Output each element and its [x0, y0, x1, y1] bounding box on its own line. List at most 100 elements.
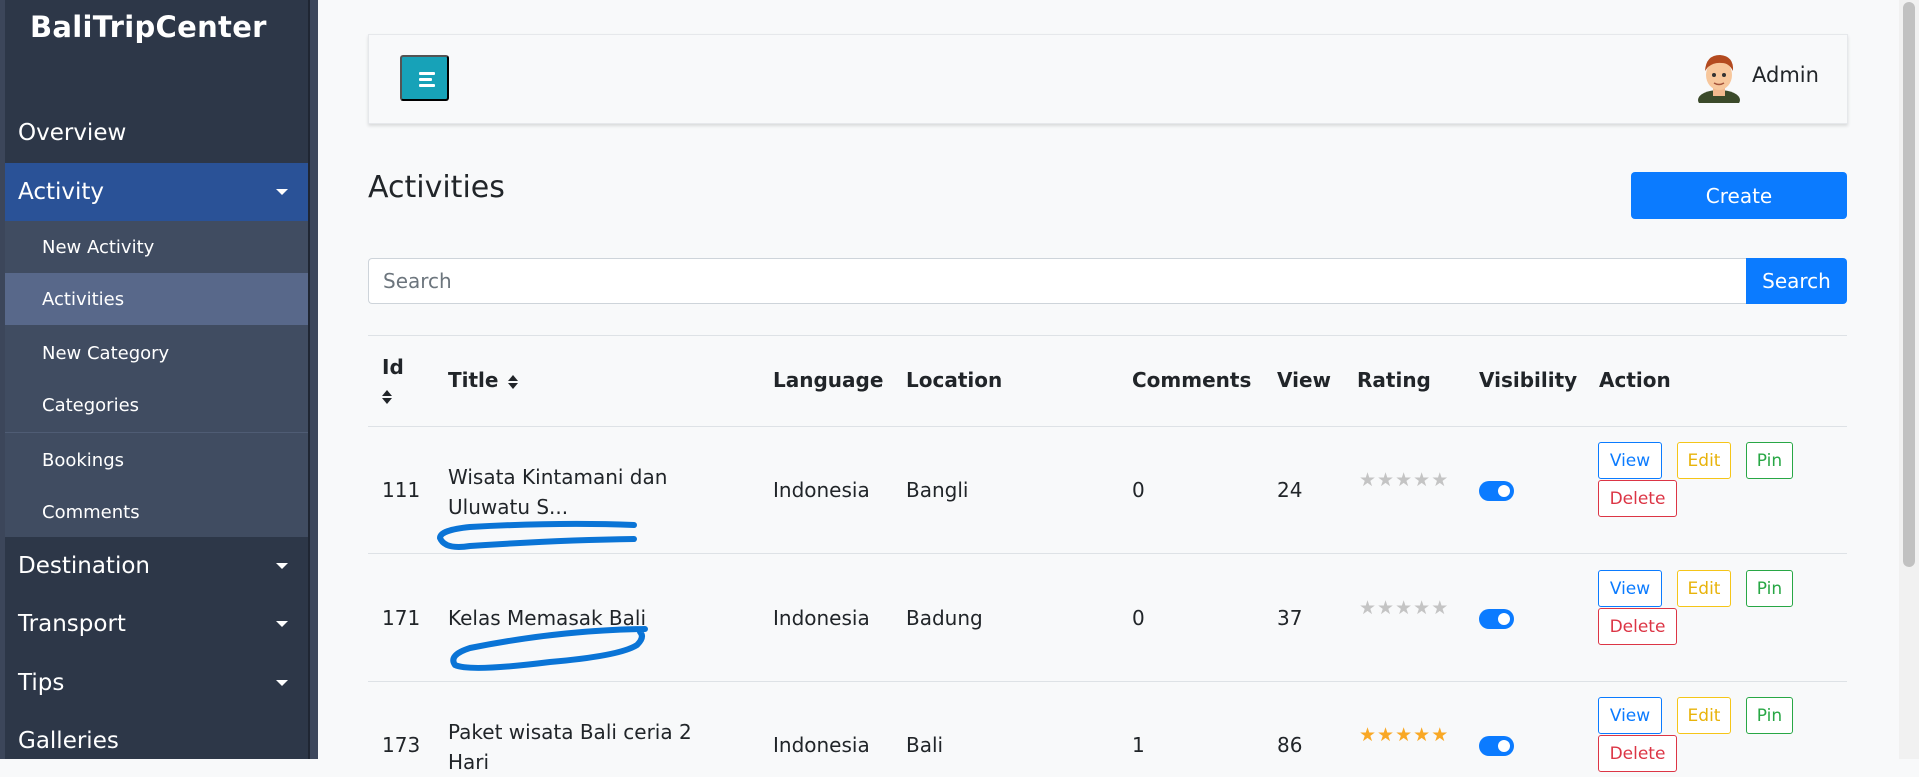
star-empty-icon: ★: [1395, 597, 1414, 619]
sidebar-item-transport[interactable]: Transport: [5, 595, 308, 653]
brand-logo[interactable]: BaliTripCenter: [30, 10, 267, 44]
cell-view: 24: [1277, 478, 1303, 502]
menu-icon-line: [419, 84, 435, 87]
create-button[interactable]: Create: [1631, 172, 1847, 219]
cell-id: 173: [382, 733, 421, 757]
cell-language: Indonesia: [773, 606, 870, 630]
submenu-item-label: New Activity: [42, 236, 155, 258]
star-empty-icon: ★: [1377, 469, 1396, 491]
edit-button[interactable]: Edit: [1677, 570, 1731, 607]
rating-stars: ★★★★★: [1359, 720, 1449, 750]
sidebar-item-destination[interactable]: Destination: [5, 537, 308, 595]
submenu-item-label: New Category: [42, 342, 170, 364]
cell-title: Wisata Kintamani dan Uluwatu S...: [448, 465, 668, 519]
cell-location: Bali: [906, 733, 944, 757]
chevron-down-icon: [276, 189, 288, 195]
search-button[interactable]: Search: [1746, 258, 1847, 304]
column-header-label: Title: [448, 368, 499, 392]
cell-id: 171: [382, 606, 421, 630]
delete-button[interactable]: Delete: [1598, 480, 1677, 517]
star-empty-icon: ★: [1413, 469, 1432, 491]
star-filled-icon: ★: [1395, 724, 1414, 746]
annotation-underline: [450, 626, 648, 671]
annotation-underline: [437, 520, 637, 550]
pin-button[interactable]: Pin: [1746, 570, 1793, 607]
menu-icon-line: [419, 78, 432, 81]
star-filled-icon: ★: [1431, 724, 1450, 746]
sidebar-item-label: Transport: [18, 611, 126, 637]
star-empty-icon: ★: [1395, 469, 1414, 491]
column-header-language: Language: [773, 368, 884, 392]
star-empty-icon: ★: [1359, 597, 1378, 619]
cell-comments: 0: [1132, 478, 1145, 502]
sort-icon[interactable]: [382, 389, 392, 405]
visibility-toggle[interactable]: [1479, 481, 1514, 501]
submenu-item-categories[interactable]: Categories: [5, 379, 308, 431]
rating-stars: ★★★★★: [1359, 465, 1449, 495]
search-input[interactable]: [368, 258, 1746, 304]
column-header-comments: Comments: [1132, 368, 1252, 392]
scrollbar-thumb[interactable]: [1903, 2, 1915, 567]
table-divider: [368, 335, 1847, 336]
cell-title: Paket wisata Bali ceria 2 Hari: [448, 720, 692, 774]
visibility-toggle[interactable]: [1479, 609, 1514, 629]
edit-button[interactable]: Edit: [1677, 442, 1731, 479]
view-button[interactable]: View: [1598, 697, 1662, 734]
cell-location: Badung: [906, 606, 983, 630]
sidebar-item-label: Tips: [18, 670, 65, 696]
submenu-item-label: Categories: [42, 394, 140, 416]
chevron-down-icon: [276, 621, 288, 627]
sidebar-item-overview[interactable]: Overview: [5, 104, 308, 162]
column-header-id[interactable]: Id: [382, 353, 404, 409]
delete-button[interactable]: Delete: [1598, 735, 1677, 772]
activity-submenu: New Activity Activities New Category Cat…: [5, 221, 308, 537]
edit-button[interactable]: Edit: [1677, 697, 1731, 734]
sidebar-item-label: Activity: [18, 179, 105, 205]
submenu-item-comments[interactable]: Comments: [5, 486, 308, 538]
cell-language: Indonesia: [773, 733, 870, 757]
pin-button[interactable]: Pin: [1746, 442, 1793, 479]
star-empty-icon: ★: [1431, 597, 1450, 619]
submenu-item-label: Activities: [42, 288, 125, 310]
avatar[interactable]: [1696, 51, 1742, 103]
cell-language: Indonesia: [773, 478, 870, 502]
star-empty-icon: ★: [1377, 597, 1396, 619]
column-header-title[interactable]: Title: [448, 368, 519, 392]
pin-button[interactable]: Pin: [1746, 697, 1793, 734]
star-filled-icon: ★: [1377, 724, 1396, 746]
cell-id: 111: [382, 478, 421, 502]
sidebar-item-label: Overview: [18, 120, 127, 146]
topbar: Admin: [368, 34, 1848, 124]
star-filled-icon: ★: [1413, 724, 1432, 746]
submenu-item-new-activity[interactable]: New Activity: [5, 221, 308, 273]
submenu-item-activities[interactable]: Activities: [5, 273, 308, 325]
column-header-rating: Rating: [1357, 368, 1431, 392]
sidebar-scrollbar[interactable]: [310, 0, 318, 759]
star-empty-icon: ★: [1359, 469, 1378, 491]
delete-button[interactable]: Delete: [1598, 608, 1677, 645]
user-name[interactable]: Admin: [1752, 63, 1819, 87]
table-divider: [368, 553, 1847, 554]
submenu-divider: [5, 432, 308, 433]
sidebar-item-tips[interactable]: Tips: [5, 654, 308, 712]
sort-icon[interactable]: [508, 374, 519, 390]
submenu-item-new-category[interactable]: New Category: [5, 327, 308, 379]
page-scrollbar[interactable]: [1899, 0, 1919, 759]
star-empty-icon: ★: [1413, 597, 1432, 619]
submenu-item-bookings[interactable]: Bookings: [5, 434, 308, 486]
visibility-toggle[interactable]: [1479, 736, 1514, 756]
column-header-location: Location: [906, 368, 1003, 392]
sidebar-item-activity[interactable]: Activity: [5, 163, 308, 221]
chevron-down-icon: [276, 563, 288, 569]
sidebar-toggle-button[interactable]: [400, 55, 449, 101]
star-empty-icon: ★: [1431, 469, 1450, 491]
cell-title: Kelas Memasak Bali: [448, 606, 647, 630]
cell-view: 86: [1277, 733, 1303, 757]
sidebar-item-label: Galleries: [18, 728, 119, 754]
view-button[interactable]: View: [1598, 570, 1662, 607]
view-button[interactable]: View: [1598, 442, 1662, 479]
column-header-action: Action: [1599, 368, 1671, 392]
cell-comments: 1: [1132, 733, 1145, 757]
sidebar-item-galleries[interactable]: Galleries: [5, 712, 308, 759]
column-header-visibility: Visibility: [1479, 368, 1578, 392]
